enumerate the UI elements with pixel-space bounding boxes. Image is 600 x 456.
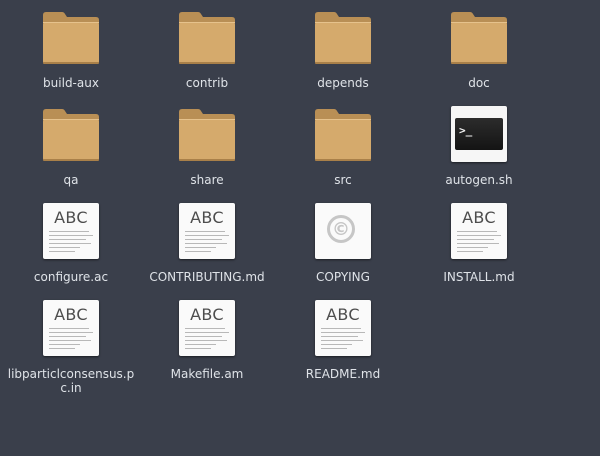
abc-glyph: ABC bbox=[326, 305, 360, 324]
file-label: share bbox=[190, 173, 224, 187]
file-grid: build-aux contrib depends doc qa share s… bbox=[0, 0, 600, 456]
file-label: README.md bbox=[305, 367, 381, 381]
terminal-script-icon: >_ bbox=[450, 106, 508, 164]
terminal-prompt-glyph: >_ bbox=[455, 118, 503, 150]
text-document-icon: ABC bbox=[178, 203, 236, 261]
file-label: src bbox=[334, 173, 352, 187]
file-label: INSTALL.md bbox=[443, 270, 515, 284]
file-label: depends bbox=[317, 76, 369, 90]
abc-glyph: ABC bbox=[462, 208, 496, 227]
file-item-src[interactable]: src bbox=[275, 106, 411, 187]
folder-icon bbox=[450, 9, 508, 67]
file-item-libparticlconsensus-pc-in[interactable]: ABC libparticlconsensus.pc.in bbox=[3, 300, 139, 395]
file-label: libparticlconsensus.pc.in bbox=[7, 367, 135, 395]
file-item-makefile-am[interactable]: ABC Makefile.am bbox=[139, 300, 275, 381]
file-label: contrib bbox=[185, 76, 229, 90]
folder-icon bbox=[178, 9, 236, 67]
file-item-qa[interactable]: qa bbox=[3, 106, 139, 187]
folder-icon bbox=[178, 106, 236, 164]
file-item-copying[interactable]: © COPYING bbox=[275, 203, 411, 284]
copyright-glyph: © bbox=[327, 215, 355, 243]
file-item-contributing-md[interactable]: ABC CONTRIBUTING.md bbox=[139, 203, 275, 284]
file-label: build-aux bbox=[43, 76, 99, 90]
file-label: COPYING bbox=[316, 270, 370, 284]
file-label: doc bbox=[468, 76, 490, 90]
text-document-icon: ABC bbox=[42, 203, 100, 261]
file-item-configure-ac[interactable]: ABC configure.ac bbox=[3, 203, 139, 284]
file-label: Makefile.am bbox=[170, 367, 244, 381]
copyright-document-icon: © bbox=[314, 203, 372, 261]
file-item-depends[interactable]: depends bbox=[275, 9, 411, 90]
file-label: configure.ac bbox=[33, 270, 109, 284]
text-document-icon: ABC bbox=[42, 300, 100, 358]
folder-icon bbox=[314, 9, 372, 67]
folder-icon bbox=[42, 9, 100, 67]
text-document-icon: ABC bbox=[450, 203, 508, 261]
file-item-readme-md[interactable]: ABC README.md bbox=[275, 300, 411, 381]
text-document-icon: ABC bbox=[178, 300, 236, 358]
file-label: autogen.sh bbox=[445, 173, 513, 187]
text-document-icon: ABC bbox=[314, 300, 372, 358]
file-item-share[interactable]: share bbox=[139, 106, 275, 187]
file-label: CONTRIBUTING.md bbox=[149, 270, 265, 284]
abc-glyph: ABC bbox=[190, 208, 224, 227]
file-item-doc[interactable]: doc bbox=[411, 9, 547, 90]
file-item-contrib[interactable]: contrib bbox=[139, 9, 275, 90]
abc-glyph: ABC bbox=[54, 208, 88, 227]
file-label: qa bbox=[63, 173, 79, 187]
abc-glyph: ABC bbox=[190, 305, 224, 324]
folder-icon bbox=[42, 106, 100, 164]
file-item-build-aux[interactable]: build-aux bbox=[3, 9, 139, 90]
folder-icon bbox=[314, 106, 372, 164]
file-item-autogen-sh[interactable]: >_ autogen.sh bbox=[411, 106, 547, 187]
file-item-install-md[interactable]: ABC INSTALL.md bbox=[411, 203, 547, 284]
abc-glyph: ABC bbox=[54, 305, 88, 324]
